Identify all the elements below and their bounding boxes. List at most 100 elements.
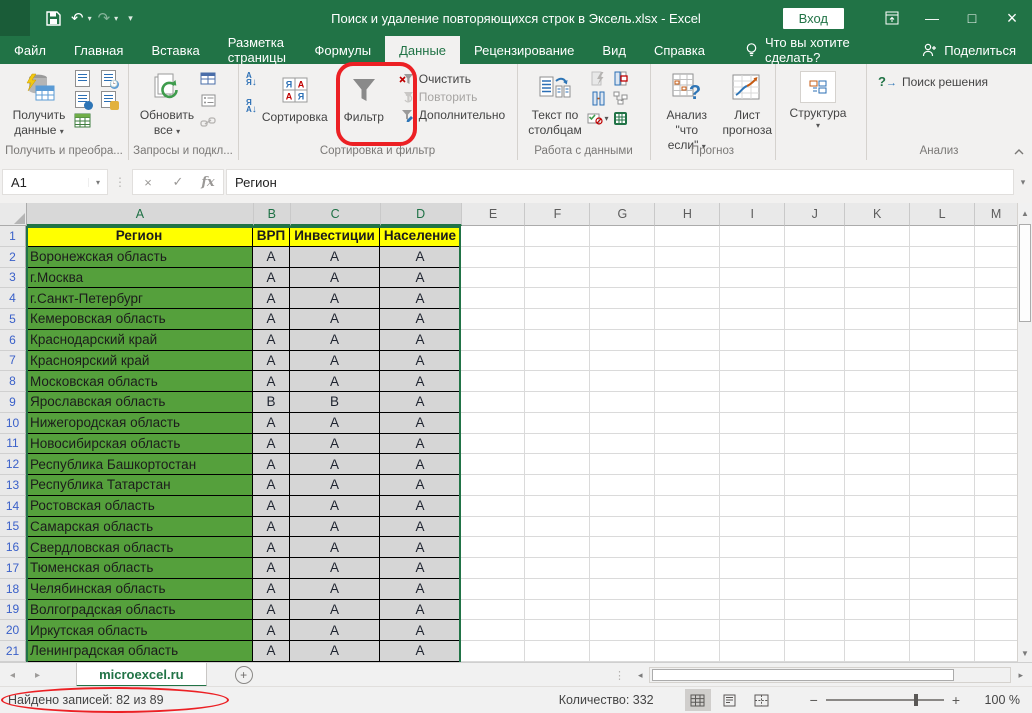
reapply-button[interactable]: Повторить [399, 90, 505, 104]
manage-data-model-icon[interactable] [613, 111, 628, 126]
column-header-E[interactable]: E [462, 203, 526, 226]
cell-L13[interactable] [910, 475, 975, 496]
cell-E13[interactable] [461, 475, 525, 496]
scroll-down-icon[interactable]: ▼ [1021, 643, 1029, 662]
horizontal-scrollbar[interactable]: ⋮ ◂ ▸ [614, 663, 1032, 687]
cell-D17[interactable]: А [380, 558, 461, 579]
cell-M7[interactable] [975, 351, 1018, 372]
row-header-3[interactable]: 3 [0, 268, 26, 289]
cell-I8[interactable] [720, 371, 785, 392]
cell-I4[interactable] [720, 288, 785, 309]
ribbon-tab-Справка[interactable]: Справка [640, 36, 719, 64]
maximize-button[interactable]: □ [952, 0, 992, 36]
data-validation-icon[interactable]: ▾ [587, 112, 608, 125]
cell-A13[interactable]: Республика Татарстан [26, 475, 253, 496]
cell-L8[interactable] [910, 371, 975, 392]
remove-duplicates-icon[interactable] [613, 71, 628, 86]
cell-F7[interactable] [525, 351, 590, 372]
cell-H2[interactable] [655, 247, 720, 268]
cell-J12[interactable] [785, 454, 845, 475]
cell-G14[interactable] [590, 496, 655, 517]
row-header-4[interactable]: 4 [0, 288, 26, 309]
cell-L11[interactable] [910, 434, 975, 455]
cell-C4[interactable]: А [290, 288, 380, 309]
cell-H13[interactable] [655, 475, 720, 496]
cell-A5[interactable]: Кемеровская область [26, 309, 253, 330]
cell-A10[interactable]: Нижегородская область [26, 413, 253, 434]
cell-M16[interactable] [975, 537, 1018, 558]
cell-F13[interactable] [525, 475, 590, 496]
column-header-A[interactable]: A [27, 203, 254, 226]
cell-A14[interactable]: Ростовская область [26, 496, 253, 517]
cell-L2[interactable] [910, 247, 975, 268]
page-layout-view-button[interactable] [717, 689, 743, 711]
cell-H16[interactable] [655, 537, 720, 558]
cell-L17[interactable] [910, 558, 975, 579]
row-header-7[interactable]: 7 [0, 351, 26, 372]
formula-bar-grip[interactable]: ⋮ [108, 175, 132, 189]
cell-F11[interactable] [525, 434, 590, 455]
cell-E16[interactable] [461, 537, 525, 558]
cell-L10[interactable] [910, 413, 975, 434]
cell-K18[interactable] [845, 579, 910, 600]
cell-L19[interactable] [910, 600, 975, 621]
cell-F6[interactable] [525, 330, 590, 351]
row-header-20[interactable]: 20 [0, 620, 26, 641]
cell-F14[interactable] [525, 496, 590, 517]
cell-C3[interactable]: А [290, 268, 380, 289]
row-header-5[interactable]: 5 [0, 309, 26, 330]
advanced-filter-button[interactable]: Дополнительно [399, 108, 505, 122]
cell-I12[interactable] [720, 454, 785, 475]
cell-K16[interactable] [845, 537, 910, 558]
cell-K13[interactable] [845, 475, 910, 496]
cell-E19[interactable] [461, 600, 525, 621]
cell-C11[interactable]: А [290, 434, 380, 455]
cell-G6[interactable] [590, 330, 655, 351]
cell-G16[interactable] [590, 537, 655, 558]
cell-I19[interactable] [720, 600, 785, 621]
cell-E12[interactable] [461, 454, 525, 475]
cell-J11[interactable] [785, 434, 845, 455]
cell-D15[interactable]: А [380, 517, 461, 538]
cell-D12[interactable]: А [380, 454, 461, 475]
cell-B15[interactable]: А [253, 517, 290, 538]
cell-M20[interactable] [975, 620, 1018, 641]
cell-E18[interactable] [461, 579, 525, 600]
what-if-button[interactable]: ? Анализ "что если" ▾ [654, 66, 719, 153]
cell-H21[interactable] [655, 641, 720, 662]
expand-formula-bar-icon[interactable]: ▾ [1014, 177, 1032, 188]
redo-icon[interactable]: ↷ [94, 9, 115, 28]
cell-A20[interactable]: Иркутская область [26, 620, 253, 641]
cell-I10[interactable] [720, 413, 785, 434]
cell-G11[interactable] [590, 434, 655, 455]
cell-G12[interactable] [590, 454, 655, 475]
cell-C9[interactable]: В [290, 392, 380, 413]
cell-B19[interactable]: А [253, 600, 290, 621]
cell-D7[interactable]: А [380, 351, 461, 372]
cell-L9[interactable] [910, 392, 975, 413]
ribbon-tab-Данные[interactable]: Данные [385, 36, 460, 64]
row-header-1[interactable]: 1 [0, 226, 26, 247]
cell-E20[interactable] [461, 620, 525, 641]
cell-I3[interactable] [720, 268, 785, 289]
cell-J6[interactable] [785, 330, 845, 351]
horizontal-scroll-thumb[interactable] [652, 669, 954, 681]
cell-H3[interactable] [655, 268, 720, 289]
cell-A2[interactable]: Воронежская область [26, 247, 253, 268]
share-button[interactable]: Поделиться [906, 36, 1032, 64]
cell-F2[interactable] [525, 247, 590, 268]
text-to-columns-button[interactable]: Текст по столбцам [523, 66, 587, 138]
cell-C16[interactable]: А [290, 537, 380, 558]
cell-I9[interactable] [720, 392, 785, 413]
cell-I1[interactable] [720, 226, 785, 247]
clear-filter-button[interactable]: Очистить [399, 72, 505, 86]
cell-B8[interactable]: А [253, 371, 290, 392]
cell-F8[interactable] [525, 371, 590, 392]
cell-E1[interactable] [461, 226, 525, 247]
column-header-G[interactable]: G [590, 203, 655, 226]
cell-K11[interactable] [845, 434, 910, 455]
ribbon-tab-Рецензирование[interactable]: Рецензирование [460, 36, 588, 64]
cell-D19[interactable]: А [380, 600, 461, 621]
column-header-C[interactable]: C [291, 203, 381, 226]
cell-I13[interactable] [720, 475, 785, 496]
